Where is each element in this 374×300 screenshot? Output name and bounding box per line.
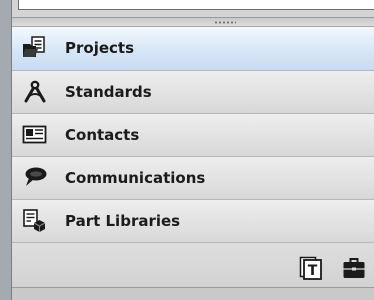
nav-item-projects[interactable]: Projects — [12, 27, 374, 71]
speech-bubble-icon — [22, 166, 48, 190]
top-pane — [12, 0, 374, 17]
nav-item-communications[interactable]: Communications — [12, 157, 374, 200]
nav-item-label: Standards — [65, 83, 152, 101]
part-library-icon — [22, 209, 48, 233]
panel-footer: T — [12, 243, 374, 288]
briefcase-icon[interactable] — [342, 256, 368, 280]
nav-item-label: Contacts — [65, 126, 140, 144]
compass-icon — [22, 80, 48, 104]
nav-item-label: Part Libraries — [65, 212, 181, 230]
nav-item-part-libraries[interactable]: Part Libraries — [12, 200, 374, 243]
top-pane-content — [18, 0, 374, 10]
bottom-strip — [12, 288, 374, 300]
navigation-panel: Projects Standards Contacts Communicatio… — [11, 0, 374, 300]
template-documents-icon[interactable]: T — [299, 256, 325, 280]
pane-splitter[interactable] — [12, 17, 374, 27]
nav-item-label: Communications — [65, 169, 206, 187]
template-glyph: T — [308, 263, 318, 279]
contact-card-icon — [22, 123, 48, 147]
nav-item-standards[interactable]: Standards — [12, 71, 374, 114]
splitter-grip[interactable] — [214, 21, 236, 24]
nav-item-contacts[interactable]: Contacts — [12, 114, 374, 157]
nav-item-label: Projects — [65, 39, 135, 57]
folder-documents-icon — [22, 36, 48, 60]
